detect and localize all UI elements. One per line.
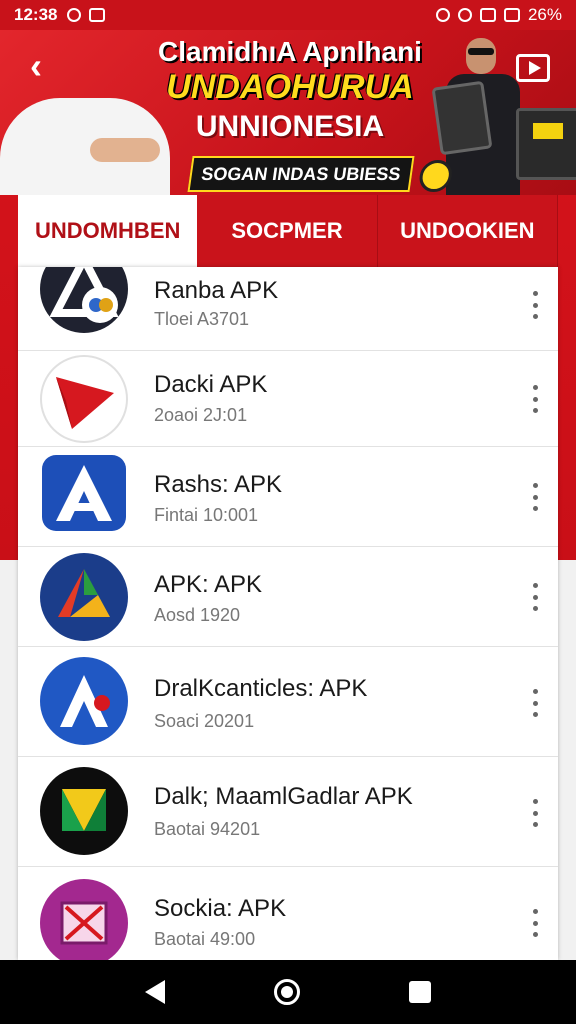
laptop-sticker	[533, 123, 563, 139]
person-illustration-right	[431, 30, 520, 195]
status-bar: 12:38 26%	[0, 0, 576, 30]
tab-label: UNDOMHBEN	[34, 218, 181, 243]
banner-title-line1: ClamidhıA Apnlhani	[158, 36, 422, 67]
list-item[interactable]: DralKcanticles: APK Soaci 20201	[18, 647, 558, 757]
app-name: Dacki APK	[154, 371, 268, 398]
banner-tagline-text: SOGAN INDAS UBIESS	[200, 163, 402, 184]
battery-level: 26%	[527, 5, 562, 24]
status-right: 26%	[435, 5, 562, 25]
sunglasses-icon	[468, 48, 494, 55]
app-meta: Aosd 1920	[154, 605, 241, 625]
more-options-icon[interactable]	[530, 385, 540, 413]
app-meta: Soaci 20201	[154, 711, 255, 731]
tab-undomhben[interactable]: UNDOMHBEN	[18, 195, 198, 267]
more-options-icon[interactable]	[530, 291, 540, 319]
banner-title-line3: UNNIONESIA	[195, 110, 385, 143]
green-yellow-icon	[40, 767, 128, 855]
app-meta: Fintai 10:001	[154, 505, 259, 525]
app-list: Ranba APK Tloei A3701 Dacki APK 2oaoi 2J…	[18, 267, 558, 960]
status-time: 12:38	[14, 5, 58, 24]
system-nav-bar	[0, 960, 576, 1024]
list-item[interactable]: Sockia: APK Baotai 49:00	[18, 867, 558, 960]
more-options-icon[interactable]	[530, 583, 540, 611]
person-head	[466, 38, 496, 74]
tablet-icon	[431, 80, 493, 156]
nav-recents-icon[interactable]	[409, 981, 432, 1003]
wifi-icon	[457, 8, 472, 22]
tab-socpmer[interactable]: SOCPMER	[197, 195, 378, 267]
app-name: Sockia: APK	[154, 895, 287, 922]
video-icon[interactable]	[516, 54, 550, 82]
app-name: Rashs: APK	[154, 471, 283, 498]
more-options-icon[interactable]	[530, 799, 540, 827]
tab-undookien[interactable]: UNDOOKIEN	[378, 195, 558, 267]
more-options-icon[interactable]	[530, 689, 540, 717]
app-meta: 2oaoi 2J:01	[154, 405, 248, 425]
list-item[interactable]: APK: APK Aosd 1920	[18, 547, 558, 647]
app-meta: Baotai 94201	[154, 819, 261, 839]
blue-a-circle-icon	[40, 657, 128, 745]
back-button[interactable]: ‹	[20, 48, 52, 84]
tab-bar: UNDOMHBEN SOCPMER UNDOOKIEN	[18, 195, 558, 267]
banner-tagline: SOGAN INDAS UBIESS	[187, 156, 454, 192]
battery-icon	[503, 8, 520, 22]
tab-label: UNDOOKIEN	[400, 218, 535, 243]
list-item[interactable]: Dalk; MaamlGadlar APK Baotai 94201	[18, 757, 558, 867]
tab-label: SOCPMER	[231, 218, 343, 243]
more-options-icon[interactable]	[530, 909, 540, 937]
more-options-icon[interactable]	[530, 483, 540, 511]
person-illustration-left	[0, 98, 170, 195]
app-meta: Tloei A3701	[154, 309, 250, 329]
promo-banner[interactable]: ClamidhıA Apnlhani UNDAOHURUA UNNIONESIA…	[0, 30, 576, 195]
blue-a-icon	[42, 455, 126, 531]
sync-icon	[67, 8, 82, 22]
app-name: Dalk; MaamlGadlar APK	[154, 783, 413, 810]
banner-title-line2: UNDAOHURUA	[166, 68, 414, 106]
app-meta: Baotai 49:00	[154, 929, 256, 949]
drive-triangle-icon	[40, 553, 128, 641]
nav-home-icon[interactable]	[273, 979, 300, 1005]
app-name: DralKcanticles: APK	[154, 675, 368, 702]
red-arrow-icon	[40, 355, 128, 443]
triangle-logo-icon	[40, 267, 128, 333]
signal-icon	[479, 8, 496, 22]
app-name: APK: APK	[154, 571, 263, 598]
nav-back-icon[interactable]	[144, 980, 165, 1004]
list-item[interactable]: Rashs: APK Fintai 10:001	[18, 447, 558, 547]
list-item[interactable]: Dacki APK 2oaoi 2J:01	[18, 351, 558, 447]
laptop-icon	[516, 108, 576, 180]
list-item[interactable]: Ranba APK Tloei A3701	[18, 267, 558, 351]
person-arm	[90, 138, 160, 162]
location-icon	[435, 8, 450, 22]
app-name: Ranba APK	[154, 277, 279, 304]
message-icon	[89, 8, 106, 22]
purple-square-icon	[40, 879, 128, 960]
